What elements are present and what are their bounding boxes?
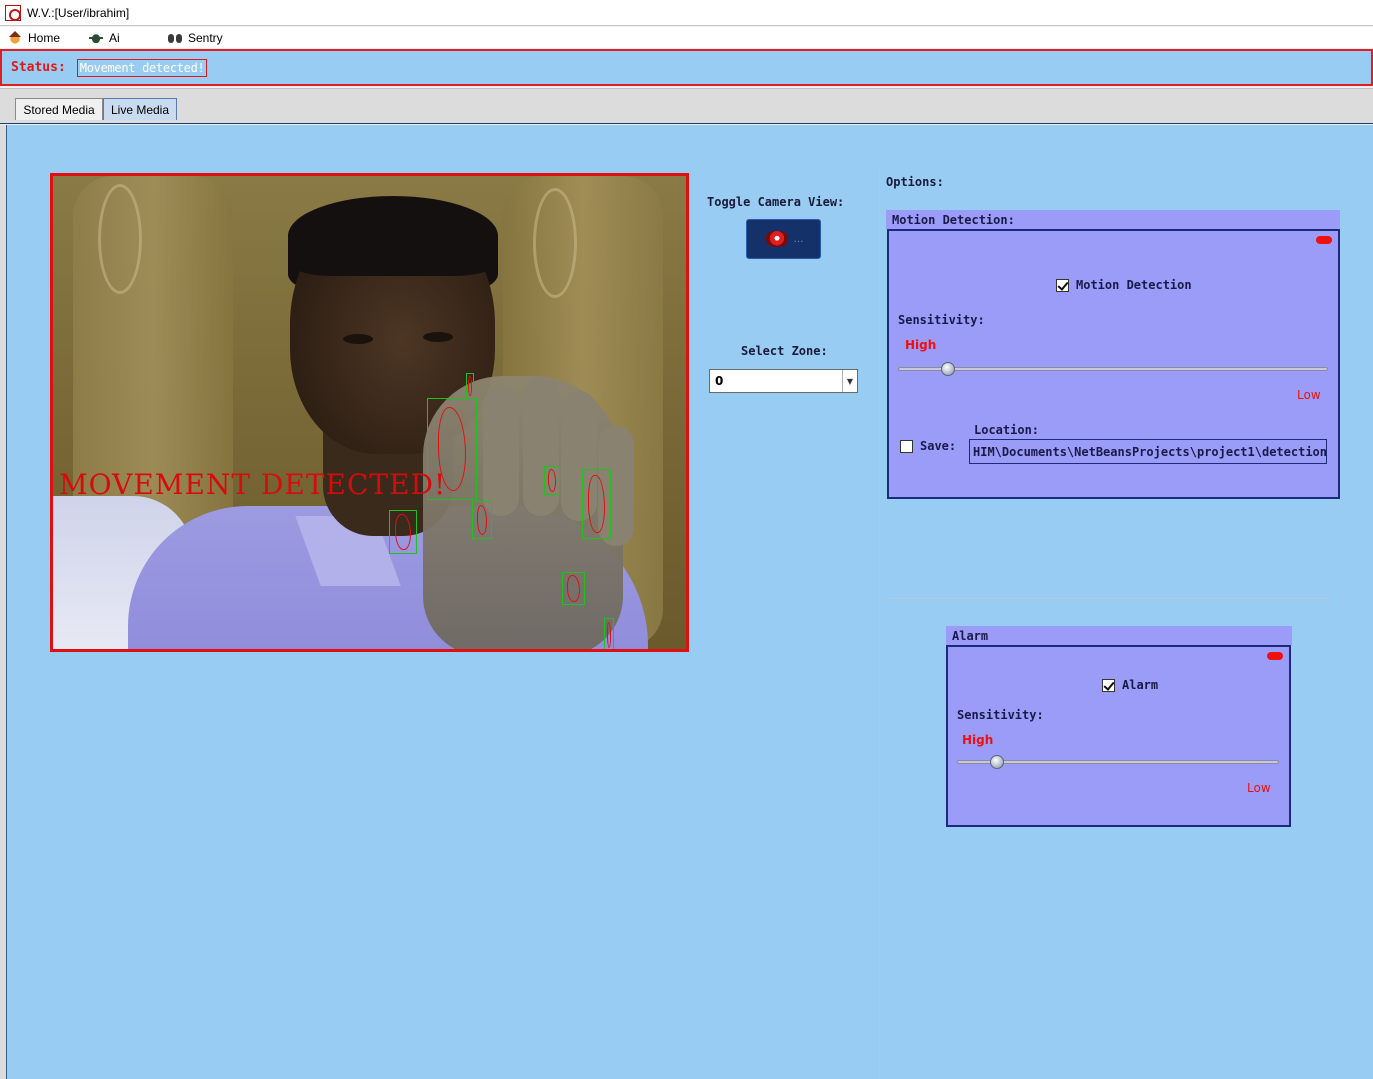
toggle-camera-button[interactable]: … — [746, 219, 821, 259]
save-label: Save: — [920, 439, 957, 453]
motion-detection-checkbox-row[interactable]: Motion Detection — [1056, 278, 1192, 292]
movement-overlay-text: MOVEMENT DETECTED! — [59, 468, 447, 501]
bug-icon — [89, 30, 103, 45]
toggle-camera-label: Toggle Camera View: — [707, 195, 845, 209]
app-logo-icon — [5, 4, 21, 21]
alarm-panel — [946, 645, 1291, 827]
binoculars-icon — [168, 31, 182, 45]
motion-sensitivity-track[interactable] — [898, 367, 1328, 371]
zone-select-value: 0 — [715, 374, 724, 388]
alarm-sensitivity-track[interactable] — [957, 760, 1279, 764]
motion-sensitivity-thumb[interactable] — [941, 362, 955, 376]
horizontal-divider — [886, 598, 1332, 599]
motion-box — [544, 466, 560, 495]
alarm-sensitivity-thumb[interactable] — [990, 755, 1004, 769]
save-checkbox-row[interactable]: Save: — [900, 439, 956, 453]
menu-bar: Home Ai Sentry — [0, 27, 1373, 48]
window-title: W.V.:[User/ibrahim] — [27, 5, 130, 20]
alarm-checkbox-row[interactable]: Alarm — [1102, 678, 1158, 692]
menu-item-label: Home — [28, 30, 61, 45]
motion-box — [472, 501, 492, 539]
motion-detection-checkbox-label: Motion Detection — [1076, 278, 1192, 292]
alarm-high-label: High — [962, 733, 994, 747]
location-field[interactable]: HIM\Documents\NetBeansProjects\project1\… — [969, 439, 1327, 464]
status-label: Status: — [11, 60, 66, 75]
tab-strip: Stored Media Live Media — [0, 88, 1373, 124]
home-icon — [8, 30, 22, 45]
alarm-sensitivity-label: Sensitivity: — [957, 708, 1044, 722]
camera-view: MOVEMENT DETECTED! — [50, 173, 689, 652]
motion-box — [389, 510, 417, 554]
chevron-down-icon[interactable]: ▼ — [842, 370, 857, 392]
save-checkbox[interactable] — [900, 439, 913, 453]
motion-box — [466, 373, 474, 399]
title-bar: W.V.:[User/ibrahim] — [0, 0, 1373, 26]
options-label: Options: — [886, 175, 944, 189]
zone-select[interactable]: 0 ▼ — [709, 369, 858, 393]
menu-item-ai[interactable]: Ai — [89, 27, 120, 48]
vertical-divider — [879, 170, 880, 1079]
menu-item-sentry[interactable]: Sentry — [168, 27, 223, 48]
motion-sensitivity-label: Sensitivity: — [898, 313, 985, 327]
status-bar: Status: Movement detected! — [0, 49, 1373, 86]
motion-detection-header: Motion Detection: — [886, 210, 1340, 229]
menu-item-label: Sentry — [188, 30, 223, 45]
alarm-low-label: Low — [1247, 781, 1271, 795]
camera-icon — [763, 231, 790, 247]
status-value: Movement detected! — [76, 58, 208, 77]
alarm-checkbox[interactable] — [1102, 678, 1115, 692]
motion-box — [562, 572, 585, 605]
alarm-checkbox-label: Alarm — [1122, 678, 1159, 692]
menu-item-home[interactable]: Home — [8, 27, 60, 48]
menu-item-label: Ai — [109, 30, 120, 45]
motion-detection-checkbox[interactable] — [1056, 278, 1069, 292]
location-label: Location: — [974, 423, 1040, 437]
motion-low-label: Low — [1297, 388, 1321, 402]
alarm-header: Alarm — [946, 626, 1292, 645]
tab-stored-media[interactable]: Stored Media — [15, 98, 103, 120]
motion-box — [582, 469, 611, 539]
motion-indicator — [1316, 236, 1332, 244]
alarm-indicator — [1267, 652, 1283, 660]
tab-live-media[interactable]: Live Media — [103, 98, 177, 120]
select-zone-label: Select Zone: — [741, 344, 828, 358]
motion-box — [604, 618, 614, 649]
motion-high-label: High — [905, 338, 937, 352]
